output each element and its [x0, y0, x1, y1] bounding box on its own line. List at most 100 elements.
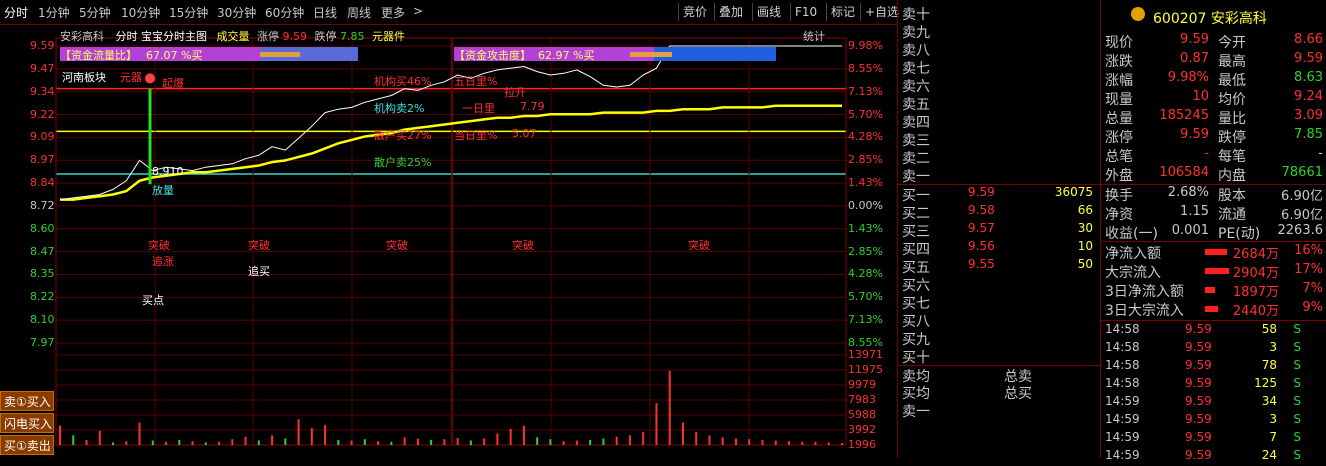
quote-key: 总笔 [1105, 149, 1133, 165]
volume-bar [549, 439, 552, 445]
tab-weekly[interactable]: 周线 [347, 4, 371, 21]
tick-side: S [1293, 376, 1301, 390]
tick-side: S [1293, 430, 1301, 444]
quote-key: 涨停 [1105, 130, 1133, 146]
sell-level-row: 卖九 [902, 22, 1097, 41]
quote-key-2: 最高 [1218, 54, 1246, 70]
sell-level-row: 卖四 [902, 112, 1097, 131]
tick-price: 9.59 [1185, 322, 1212, 336]
fund-flow-row: 3日净流入额 1897万 7% [1105, 281, 1325, 300]
buy-level-price: 9.55 [968, 257, 995, 271]
fund-flow-row: 净流入额 2684万 16% [1105, 243, 1325, 262]
annot-zhuimai: 追买 [248, 265, 270, 278]
tab-30min[interactable]: 30分钟 [217, 4, 256, 21]
quote-row-2: 净资 1.15 流通 6.90亿 [1105, 204, 1325, 223]
sell1-buy-button[interactable]: 卖①买入 [0, 391, 54, 411]
volume-bar [814, 441, 817, 445]
fund-flow-value: 1897万 [1232, 285, 1279, 300]
stats-button[interactable]: 统计 [803, 28, 825, 44]
tick-price: 9.59 [1185, 412, 1212, 426]
percent-tick-label: 1.43% [848, 221, 883, 235]
quote-value: 185245 [1159, 108, 1209, 123]
tick-price: 9.59 [1185, 448, 1212, 462]
annot-sanhu-buy: 散户买27% [374, 129, 432, 142]
buy-level-volume: 50 [1077, 257, 1093, 271]
quote-key: 现价 [1105, 35, 1133, 51]
tab-5min[interactable]: 5分钟 [79, 4, 111, 21]
fund-flow-label: 大宗流入 [1105, 265, 1161, 281]
tick-row: 14:59 9.59 3 S [1105, 412, 1325, 430]
volume-bar [708, 435, 711, 445]
tab-more[interactable]: 更多 [381, 4, 405, 21]
volume-bar [363, 439, 366, 445]
fund-flow-label: 3日大宗流入 [1105, 303, 1184, 319]
quote-value: 10 [1192, 89, 1209, 104]
fund-flow-pct: 7% [1302, 281, 1323, 296]
tick-volume: 24 [1261, 448, 1277, 462]
buy-level-label: 买八 [902, 314, 930, 330]
quote-row-2: 换手 2.68% 股本 6.90亿 [1105, 185, 1325, 204]
intraday-chart[interactable]: 安彩高科 分时 宝宝分时主图 成交量 涨停 9.59 跌停 7.85 元器件 统… [0, 25, 896, 458]
flash-buy-button[interactable]: 闪电买入 [0, 413, 54, 433]
quote-value-2: 9.24 [1294, 89, 1323, 104]
quote-value: 2.68% [1167, 185, 1209, 200]
percent-tick-label: 5.70% [848, 107, 883, 121]
volume-bar [337, 439, 340, 445]
sell-level-label: 卖八 [902, 43, 930, 59]
tick-time: 14:58 [1105, 358, 1140, 372]
buy-level-row: 买八 [902, 311, 1097, 330]
annot-dangri: 当日里% [454, 129, 498, 142]
sell-level-label: 卖五 [902, 97, 930, 113]
fund-flow-pct: 17% [1294, 262, 1323, 277]
mark-button[interactable]: 标记 [826, 3, 859, 21]
tab-daily[interactable]: 日线 [313, 4, 337, 21]
quote-value-2: 6.90亿 [1281, 189, 1323, 204]
sell-level-row: 卖十 [902, 4, 1097, 23]
auction-button[interactable]: 竞价 [678, 3, 711, 21]
quote-row: 现量 10 均价 9.24 [1105, 89, 1325, 108]
quote-divider-3 [1101, 320, 1326, 321]
tick-time: 14:59 [1105, 412, 1140, 426]
buy-level-row: 买五 9.55 50 [902, 257, 1097, 276]
quote-value: 106584 [1159, 165, 1209, 180]
buy1-sell-button[interactable]: 买①卖出 [0, 435, 54, 455]
tab-10min[interactable]: 10分钟 [121, 4, 160, 21]
fund-flow-pct: 9% [1302, 300, 1323, 315]
quote-key: 换手 [1105, 188, 1133, 204]
tick-row: 14:58 9.59 125 S [1105, 376, 1325, 394]
annot-wuri-buy: 五日里% [454, 75, 498, 88]
buy-level-row: 买六 [902, 275, 1097, 294]
tab-60min[interactable]: 60分钟 [265, 4, 304, 21]
volume-bar [151, 440, 154, 445]
tick-price: 9.59 [1185, 394, 1212, 408]
chart-limit-up: 9.59 [282, 30, 308, 43]
sell-level-row: 卖三 [902, 130, 1097, 149]
tab-15min[interactable]: 15分钟 [169, 4, 208, 21]
sell-level-label: 卖十 [902, 7, 930, 23]
chart-unit: 元器件 [372, 30, 405, 43]
draw-line-button[interactable]: 画线 [752, 3, 785, 21]
f10-button[interactable]: F10 [790, 3, 821, 21]
buy-level-row: 买一 9.59 36075 [902, 185, 1097, 204]
quote-key: 净资 [1105, 207, 1133, 223]
volume-bar [416, 438, 419, 445]
tick-volume: 34 [1261, 394, 1277, 408]
volume-bar [324, 425, 327, 445]
sell-level-label: 卖七 [902, 61, 930, 77]
buy-level-volume: 30 [1077, 221, 1093, 235]
annot-lakai: 拉升 [504, 86, 526, 99]
volume-bar [271, 435, 274, 445]
sell-level-row: 卖八 [902, 40, 1097, 59]
buy-level-row: 买二 9.58 66 [902, 203, 1097, 222]
volume-bar [430, 439, 433, 445]
chevron-right-icon[interactable]: > [413, 4, 423, 18]
volume-bar [681, 422, 684, 445]
quote-value-2: 7.85 [1294, 127, 1323, 142]
tab-1min[interactable]: 1分钟 [38, 4, 70, 21]
overlay-button[interactable]: 叠加 [714, 3, 747, 21]
tab-intraday[interactable]: 分时 [4, 4, 28, 21]
tick-volume: 125 [1254, 376, 1277, 390]
volume-bar [496, 433, 499, 445]
fund-attack-marker [630, 52, 672, 57]
chart-vol-label: 成交量 [216, 30, 250, 43]
